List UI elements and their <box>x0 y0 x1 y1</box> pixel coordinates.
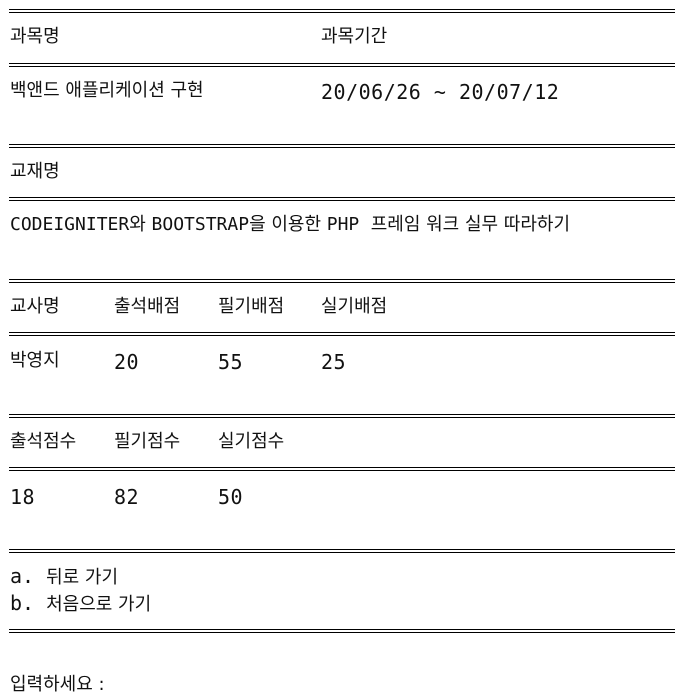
course-name-value: 백앤드 애플리케이션 구현 <box>10 80 204 101</box>
course-name-header: 과목명 <box>10 26 60 47</box>
teacher-name: 박영지 <box>10 350 60 371</box>
written-score-header: 필기점수 <box>114 431 181 452</box>
textbook-title-part: 을 이용한 <box>249 214 327 235</box>
course-period-value: 20/06/26 ~ 20/07/12 <box>321 80 560 104</box>
attendance-score-value: 18 <box>10 485 36 509</box>
textbook-title-part: 프레임 워크 실무 따라하기 <box>359 214 571 235</box>
written-weight-header: 필기배점 <box>218 296 285 317</box>
textbook-title-part: BOOTSTRAP <box>151 214 250 235</box>
textbook-title: CODEIGNITER와 BOOTSTRAP을 이용한 PHP 프레임 워크 실… <box>10 214 570 236</box>
attendance-score-header: 출석점수 <box>10 431 77 452</box>
divider <box>9 549 675 553</box>
written-weight-value: 55 <box>218 350 244 374</box>
menu-item-label: 뒤로 가기 <box>46 567 119 588</box>
input-prompt[interactable]: 입력하세요 : <box>10 674 105 696</box>
divider <box>9 414 675 418</box>
attendance-weight-header: 출석배점 <box>114 296 181 317</box>
divider <box>9 197 675 201</box>
attendance-weight-value: 20 <box>114 350 140 374</box>
divider <box>9 63 675 67</box>
divider <box>9 144 675 148</box>
course-period-header: 과목기간 <box>321 26 388 47</box>
divider <box>9 629 675 633</box>
menu-item-key: b. <box>10 591 35 615</box>
written-score-value: 82 <box>114 485 140 509</box>
practical-weight-header: 실기배점 <box>321 296 388 317</box>
divider <box>9 467 675 471</box>
divider <box>9 9 675 13</box>
menu-item-key: a. <box>10 564 35 588</box>
menu-item-back[interactable]: a. 뒤로 가기 <box>10 565 118 589</box>
textbook-title-part: 와 <box>129 214 152 235</box>
menu-item-home[interactable]: b. 처음으로 가기 <box>10 592 151 616</box>
practical-weight-value: 25 <box>321 350 347 374</box>
practical-score-header: 실기점수 <box>218 431 285 452</box>
teacher-header: 교사명 <box>10 296 60 317</box>
menu-item-label: 처음으로 가기 <box>46 594 152 615</box>
divider <box>9 279 675 283</box>
practical-score-value: 50 <box>218 485 244 509</box>
textbook-title-part: CODEIGNITER <box>10 214 130 235</box>
divider <box>9 332 675 336</box>
textbook-title-part: PHP <box>326 214 360 235</box>
textbook-header: 교재명 <box>10 161 60 182</box>
